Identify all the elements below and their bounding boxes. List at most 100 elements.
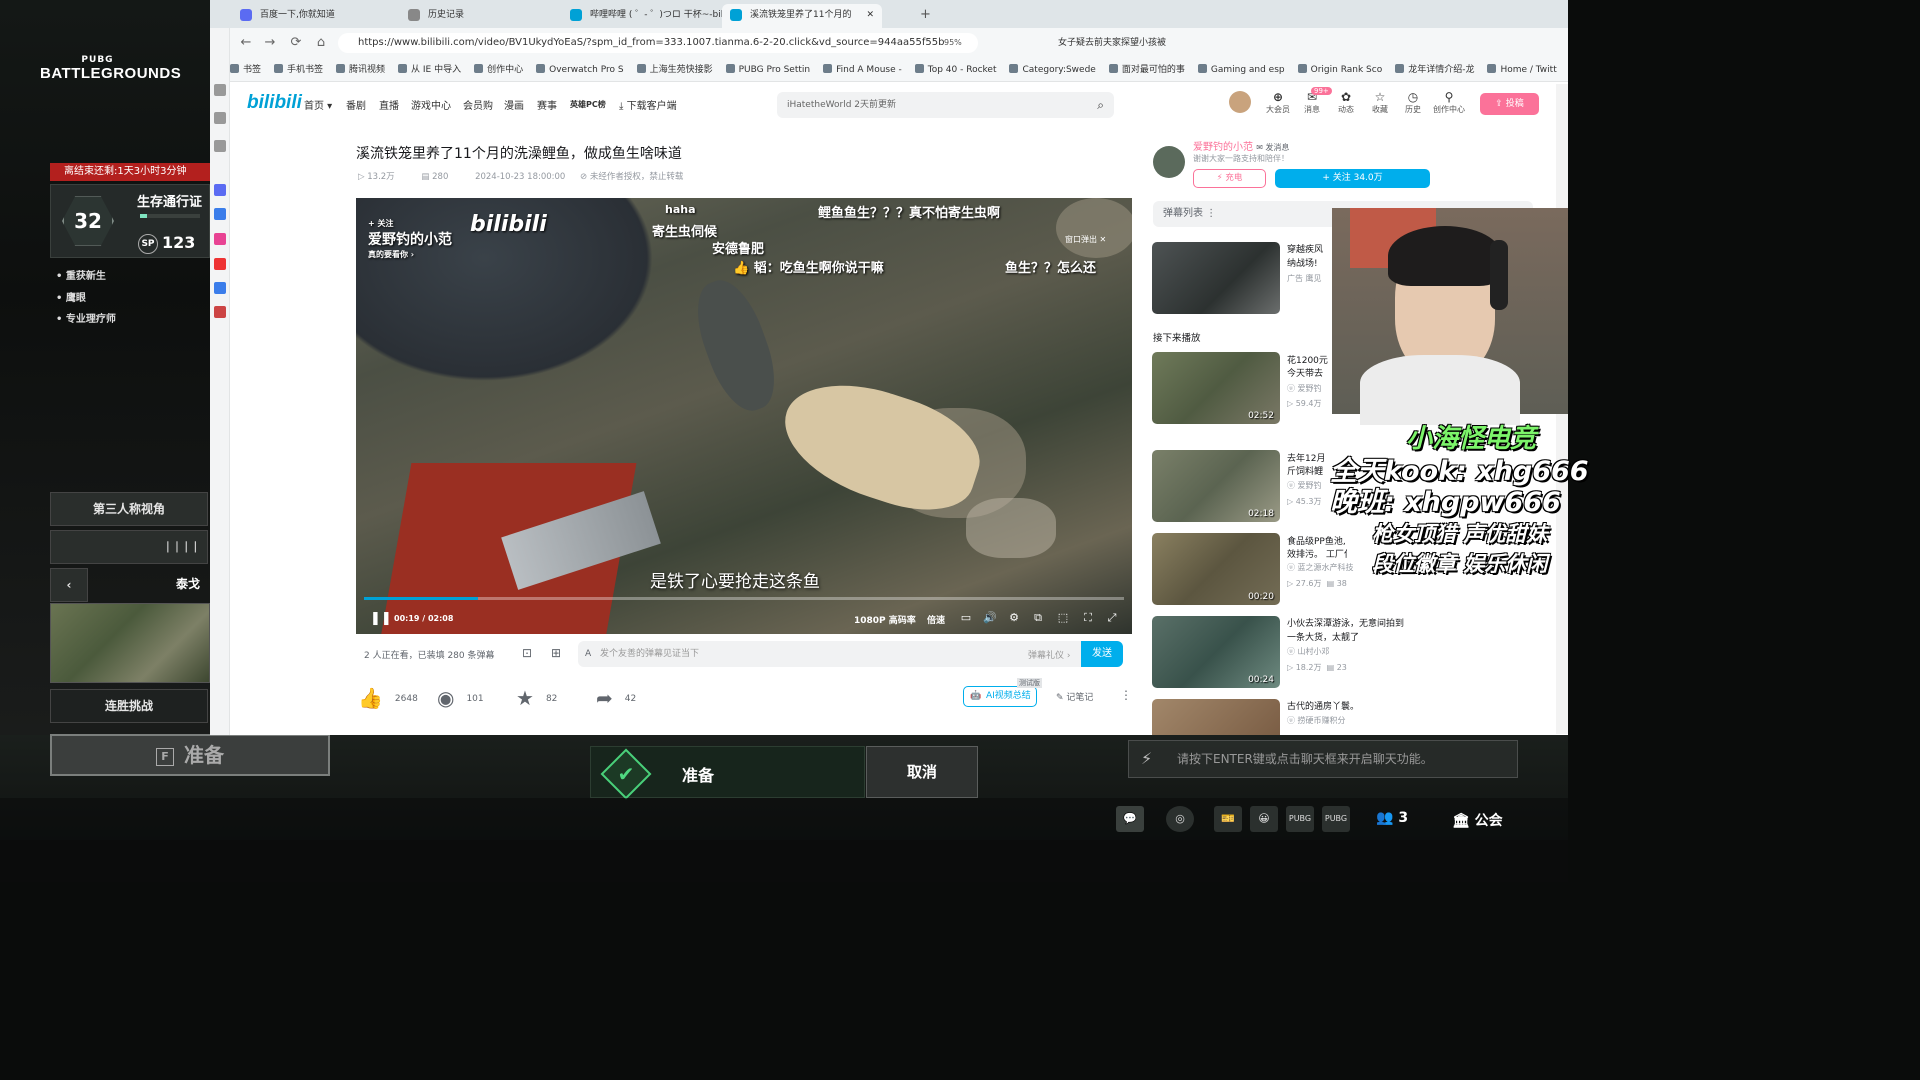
bookmark-item[interactable]: 手机书签 xyxy=(274,58,323,81)
mission-item[interactable]: • 重获新生 xyxy=(56,267,106,282)
mission-item[interactable]: • 鹰眼 xyxy=(56,289,86,304)
nav-anime[interactable]: 番剧 xyxy=(346,97,366,112)
emoji-icon[interactable]: 😀 xyxy=(1250,806,1278,832)
nav-manga[interactable]: 漫画 xyxy=(504,97,524,112)
rec-author[interactable]: ⓤ 山村小邓 xyxy=(1287,646,1547,657)
nav-hero-board[interactable]: 英雄PC榜 xyxy=(570,99,606,110)
vip-button[interactable]: ⊕ 大会员 xyxy=(1264,90,1292,115)
rec-thumbnail[interactable]: 02:18 xyxy=(1152,450,1280,522)
bookmark-item[interactable]: 腾讯视频 xyxy=(336,58,385,81)
settings-icon[interactable]: ◎ xyxy=(1166,806,1194,832)
quality-selector[interactable]: 1080P 高码率 xyxy=(854,613,916,626)
pubg-icon[interactable]: PUBG xyxy=(1286,806,1314,832)
url-input[interactable]: https://www.bilibili.com/video/BV1UkydYo… xyxy=(338,33,978,53)
bookmark-item[interactable]: Top 40 - Rocket xyxy=(915,58,997,81)
home-icon[interactable]: ⌂ xyxy=(312,34,330,52)
bookmark-item[interactable]: Category:Swede xyxy=(1009,58,1095,81)
zoom-level[interactable]: 95% xyxy=(944,38,962,47)
bookmark-item[interactable]: PUBG Pro Settin xyxy=(726,58,811,81)
search-input[interactable]: iHatetheWorld 2天前更新 ⌕ xyxy=(777,92,1114,118)
bookmark-item[interactable]: 面对最可怕的事 xyxy=(1109,58,1185,81)
video-uploader-watermark[interactable]: + 关注 爱野钓的小范 真的要看你 › xyxy=(368,218,452,260)
danmaku-input[interactable]: A 发个友善的弹幕见证当下 xyxy=(578,641,1081,667)
win-streak-button[interactable]: 连胜挑战 xyxy=(50,689,208,723)
rec-author[interactable]: ⓤ 捞硬币赚积分 xyxy=(1287,715,1547,726)
close-icon[interactable]: ✕ xyxy=(1100,235,1107,244)
tab-baidu[interactable]: 百度一下,你就知道 xyxy=(232,4,392,28)
rec-thumbnail[interactable]: 00:24 xyxy=(1152,616,1280,688)
perspective-button[interactable]: 第三人称视角 xyxy=(50,492,208,526)
font-icon[interactable]: A xyxy=(585,641,591,667)
nav-live[interactable]: 直播 xyxy=(379,97,399,112)
settings-icon[interactable]: ⚙ xyxy=(1006,611,1022,625)
tab-bilibili-home[interactable]: 哔哩哔哩 ( ゜- ゜)つロ 干杯~-bili xyxy=(562,4,722,28)
cancel-button[interactable]: 取消 xyxy=(866,746,978,798)
rec-thumbnail[interactable]: 02:52 xyxy=(1152,352,1280,424)
notes-button[interactable]: ✎ 记笔记 xyxy=(1056,690,1093,703)
subtitle-toggle-icon[interactable]: ▭ xyxy=(958,611,974,625)
dynamics-button[interactable]: ✿ 动态 xyxy=(1332,90,1360,115)
rec-title[interactable]: 食品级PP鱼池, xyxy=(1287,534,1347,547)
volume-icon[interactable]: 🔊 xyxy=(982,611,998,625)
bilibili-logo[interactable]: bilibili xyxy=(247,92,302,114)
favorites-button[interactable]: ☆ 收藏 xyxy=(1366,90,1394,115)
like-button[interactable]: 👍 2648 xyxy=(358,686,418,710)
uploader-avatar[interactable] xyxy=(1153,146,1185,178)
reload-icon[interactable]: ⟳ xyxy=(287,34,305,52)
user-avatar[interactable] xyxy=(1229,91,1251,113)
map-thumbnail[interactable] xyxy=(50,603,210,683)
popout-button[interactable]: 窗口弹出 ✕ xyxy=(1065,234,1106,245)
tab-video[interactable]: 溪流铁笼里养了11个月的 ✕ xyxy=(722,4,882,28)
squad-size-button[interactable]: ᛁᛁᛁᛁ xyxy=(50,530,208,564)
widescreen-icon[interactable]: ⬚ xyxy=(1055,611,1071,625)
map-prev-button[interactable]: ‹ xyxy=(50,568,88,602)
nav-shop[interactable]: 会员购 xyxy=(463,97,493,112)
danmaku-settings-icon[interactable]: ⊞ xyxy=(551,646,561,660)
chat-input[interactable]: ⚡ 请按下ENTER键或点击聊天框来开启聊天功能。 xyxy=(1128,740,1518,778)
bookmark-icon[interactable] xyxy=(214,140,226,152)
app-icon[interactable] xyxy=(214,258,226,270)
bookmark-item[interactable]: Find A Mouse - xyxy=(823,58,902,81)
favorite-button[interactable]: ★ 82 xyxy=(516,686,557,710)
new-tab-icon[interactable]: + xyxy=(920,7,931,22)
bookmark-item[interactable]: 从 IE 中导入 xyxy=(398,58,461,81)
danmaku-toggle-icon[interactable]: ⊡ xyxy=(522,646,532,660)
friends-button[interactable]: 👥 3 xyxy=(1376,810,1408,826)
tab-history[interactable]: 历史记录 xyxy=(400,4,560,28)
mission-item[interactable]: • 专业理疗师 xyxy=(56,310,116,325)
back-icon[interactable]: ← xyxy=(237,34,255,52)
share-button[interactable]: ➦ 42 xyxy=(596,686,636,710)
app-icon[interactable] xyxy=(214,233,226,245)
coin-button[interactable]: ◉ 101 xyxy=(437,686,484,710)
ready-hotkey-button[interactable]: F 准备 xyxy=(50,734,330,776)
app-icon[interactable] xyxy=(214,184,226,196)
rec-title[interactable]: 古代的通房丫鬟。 xyxy=(1287,699,1547,712)
charge-button[interactable]: ⚡ 充电 xyxy=(1193,169,1266,188)
follow-button[interactable]: + 关注 34.0万 xyxy=(1275,169,1430,188)
uploader-name[interactable]: 爱野钓的小范 ✉ 发消息 xyxy=(1193,138,1289,153)
search-icon[interactable]: ⌕ xyxy=(1097,92,1104,118)
app-icon[interactable] xyxy=(214,282,226,294)
web-fullscreen-icon[interactable]: ⛶ xyxy=(1080,611,1096,625)
rec-thumbnail[interactable] xyxy=(1152,699,1280,735)
send-message-link[interactable]: ✉ 发消息 xyxy=(1256,143,1289,152)
rec-thumbnail[interactable]: 00:20 xyxy=(1152,533,1280,605)
nav-esports[interactable]: 赛事 xyxy=(537,97,557,112)
ticket-icon[interactable]: 🎫 xyxy=(1214,806,1242,832)
pip-icon[interactable]: ⧉ xyxy=(1030,611,1046,625)
nav-game-center[interactable]: 游戏中心 xyxy=(411,97,451,112)
send-danmaku-button[interactable]: 发送 xyxy=(1081,641,1123,667)
danmaku-etiquette-link[interactable]: 弹幕礼仪 › xyxy=(1028,648,1070,661)
creator-center-button[interactable]: ⚲ 创作中心 xyxy=(1432,90,1466,115)
ad-thumbnail[interactable] xyxy=(1152,242,1280,314)
bookmark-item[interactable]: 书签 xyxy=(230,58,261,81)
nav-download[interactable]: ⤓ 下载客户端 xyxy=(619,97,677,112)
bookmark-item[interactable]: 上海生苑快接影 xyxy=(637,58,713,81)
rec-title-line2[interactable]: 一条大货，太靓了 xyxy=(1287,630,1547,643)
bookmark-item[interactable]: 龙年详情介绍-龙 xyxy=(1395,58,1474,81)
ai-summary-button[interactable]: 🤖 AI视频总结 xyxy=(963,686,1037,707)
rec-title-line2[interactable]: 效排污。 工厂化 xyxy=(1287,547,1347,560)
app-icon[interactable] xyxy=(214,208,226,220)
bookmark-item[interactable]: Home / Twitt xyxy=(1487,58,1556,81)
bookmark-item[interactable]: Gaming and esp xyxy=(1198,58,1285,81)
